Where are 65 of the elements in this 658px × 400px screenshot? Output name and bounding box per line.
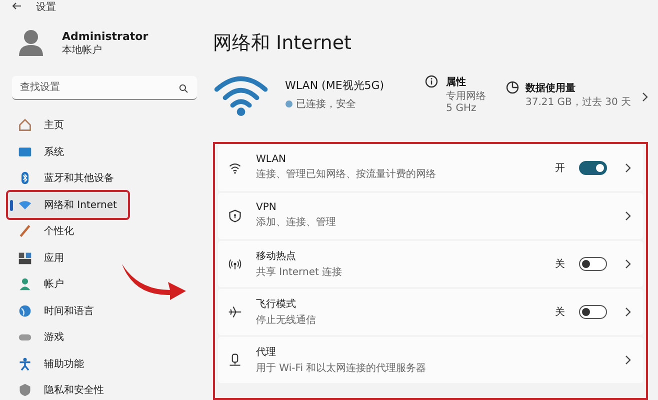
sidebar-item[interactable]: 帐户	[8, 271, 128, 298]
data-usage-detail: 37.21 GB，过去 30 天	[526, 96, 631, 109]
setting-icon	[228, 352, 242, 367]
card-title: VPN	[256, 202, 278, 214]
setting-icon	[228, 304, 242, 319]
chevron-right-icon	[625, 306, 631, 317]
chevron-right-icon	[625, 354, 631, 365]
chevron-right-icon	[625, 258, 631, 269]
nav-icon	[18, 383, 32, 398]
card-subtitle: 停止无线通信	[256, 314, 317, 327]
toggle-state-label: 开	[555, 162, 565, 175]
search-icon	[179, 84, 188, 93]
card-title: WLAN	[256, 154, 288, 166]
nav-icon	[18, 118, 32, 132]
setting-icon	[228, 208, 242, 223]
card-title: 代理	[256, 346, 277, 359]
chevron-right-icon	[625, 162, 631, 173]
window-title: 设置	[36, 0, 56, 14]
info-icon	[425, 75, 438, 88]
network-name: WLAN (ME视光5G)	[285, 78, 386, 94]
data-usage-title[interactable]: 数据使用量	[526, 80, 631, 95]
settings-card[interactable]: WLAN 连接、管理已知网络、按流量计费的网络 开	[218, 144, 643, 191]
nav-icon	[18, 277, 32, 292]
user-name: Administrator	[62, 30, 148, 42]
page-title: 网络和 Internet	[213, 31, 352, 56]
nav-icon	[18, 304, 32, 318]
setting-icon	[228, 256, 242, 271]
chevron-right-icon	[625, 210, 631, 221]
search-field[interactable]: 查找设置	[12, 76, 197, 100]
connection-status: 已连接，安全	[296, 98, 356, 112]
sidebar-item[interactable]: 游戏	[8, 324, 128, 350]
settings-card[interactable]: VPN 添加、连接、管理	[218, 192, 643, 239]
properties-title[interactable]: 属性	[446, 75, 486, 90]
settings-card[interactable]: 飞行模式 停止无线通信 关	[218, 288, 643, 335]
toggle-switch[interactable]	[579, 160, 607, 175]
property-value: 5 GHz	[446, 103, 478, 114]
pie-chart-icon	[506, 80, 518, 94]
card-subtitle: 用于 Wi-Fi 和以太网连接的代理服务器	[256, 362, 428, 375]
chevron-right-icon	[642, 92, 648, 102]
nav-icon	[18, 224, 32, 238]
nav-icon	[18, 356, 32, 371]
nav-icon	[18, 250, 32, 265]
sidebar-item[interactable]: 主页	[8, 112, 128, 138]
property-value: 专用网络	[446, 90, 486, 104]
card-title: 移动热点	[256, 250, 297, 263]
sidebar-item[interactable]: 个性化	[8, 218, 128, 244]
sidebar-item[interactable]: 时间和语言	[8, 298, 128, 324]
sidebar-item[interactable]: 系统	[8, 138, 128, 165]
account-type: 本地帐户	[62, 44, 103, 56]
toggle-state-label: 关	[555, 306, 565, 319]
card-subtitle: 连接、管理已知网络、按流量计费的网络	[256, 168, 437, 182]
sidebar-item[interactable]: 应用	[8, 244, 128, 271]
settings-card[interactable]: 代理 用于 Wi-Fi 和以太网连接的代理服务器	[218, 336, 643, 383]
sidebar-item[interactable]: 隐私和安全性	[8, 377, 128, 400]
toggle-switch[interactable]	[579, 256, 607, 271]
toggle-switch[interactable]	[579, 304, 607, 319]
setting-icon	[228, 160, 242, 175]
toggle-state-label: 关	[555, 258, 565, 271]
card-subtitle: 添加、连接、管理	[256, 216, 337, 230]
card-subtitle: 共享 Internet 连接	[256, 266, 344, 279]
sidebar-item[interactable]: 网络和 Internet	[8, 192, 128, 218]
nav-icon	[18, 144, 32, 159]
card-title: 飞行模式	[256, 298, 297, 311]
settings-card[interactable]: 移动热点 共享 Internet 连接 关	[218, 240, 643, 287]
sidebar-item[interactable]: 辅助功能	[8, 350, 128, 377]
